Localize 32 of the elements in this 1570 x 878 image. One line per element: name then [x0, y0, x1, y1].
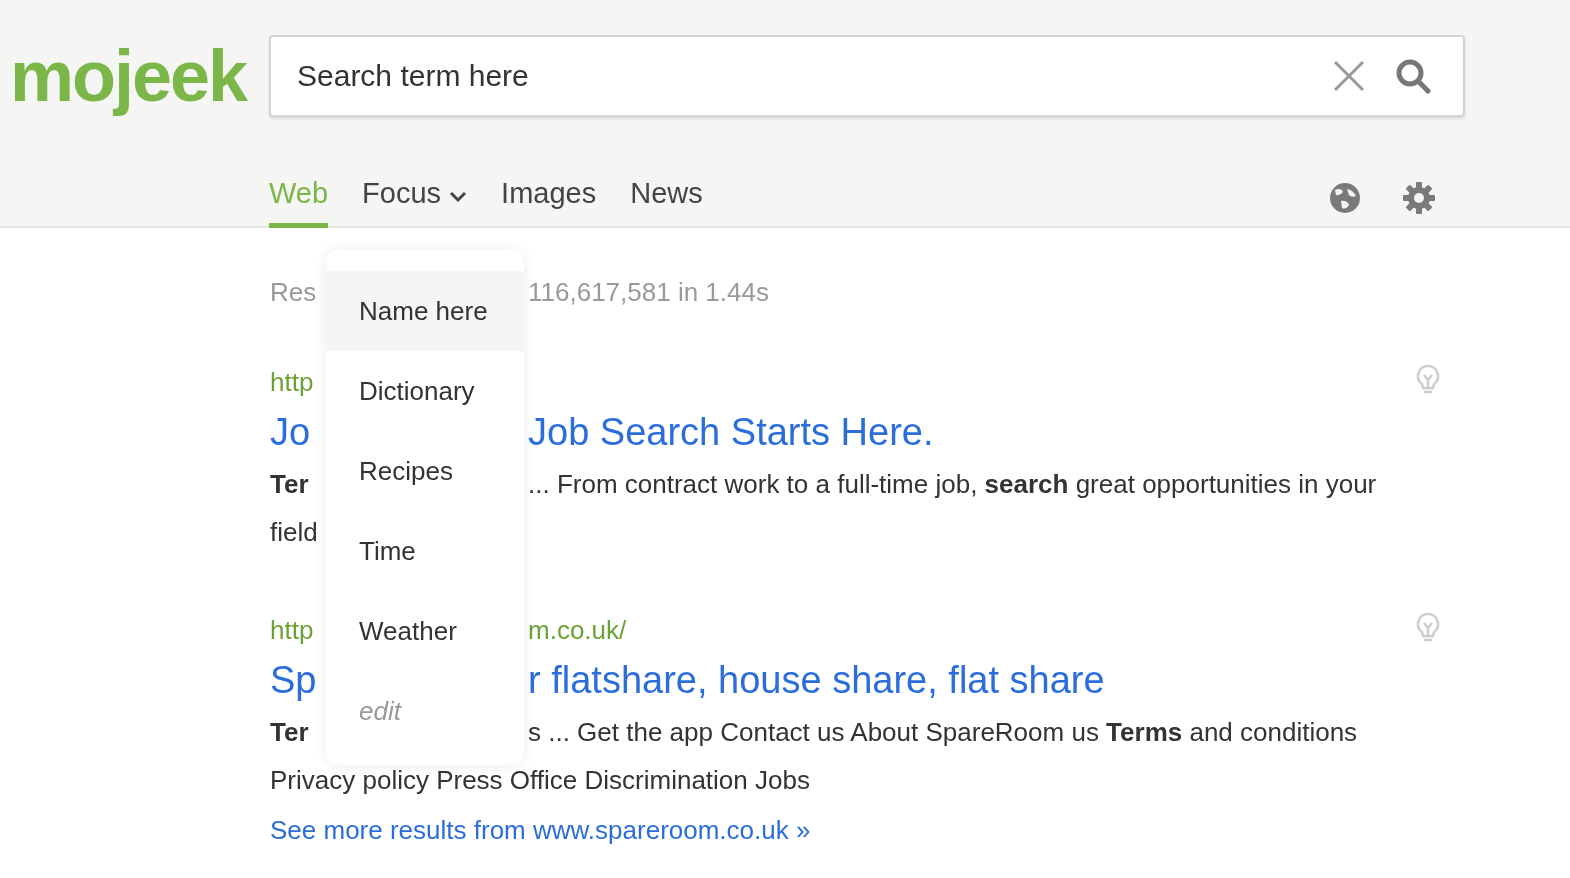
close-icon[interactable] — [1333, 60, 1365, 92]
search-icon[interactable] — [1395, 58, 1431, 94]
nav-tab[interactable]: Images — [501, 167, 597, 228]
results-count-text: Res — [270, 277, 317, 307]
nav-tab[interactable]: News — [630, 167, 703, 228]
menu-item[interactable]: Time — [326, 511, 524, 591]
results-count-text: 116,617,581 in 1.44s — [528, 277, 769, 307]
menu-item[interactable]: Weather — [326, 591, 524, 671]
result-title-link[interactable]: Job Search Starts Here. — [528, 404, 934, 460]
menu-item[interactable]: Dictionary — [326, 351, 524, 431]
search-field[interactable]: Search term here — [295, 58, 1303, 94]
nav-tab[interactable]: Focus — [362, 167, 468, 228]
result-url[interactable]: m.co.uk/ — [528, 608, 627, 652]
result-url[interactable]: http — [270, 608, 314, 652]
chevron-icon — [449, 190, 468, 203]
more-results-link[interactable]: See more results from www.spareroom.co.uk » — [270, 804, 811, 856]
result-snippet: Ter — [270, 468, 309, 501]
menu-item[interactable]: Recipes — [326, 431, 524, 511]
globe-icon[interactable] — [1328, 180, 1362, 215]
result-snippet: ... From contract work to a full-time job, search great opportunities in your — [528, 468, 1377, 501]
menu-item[interactable]: Name here — [326, 271, 524, 351]
result-title-link[interactable]: Jo — [270, 404, 311, 460]
settings-icon[interactable] — [1402, 180, 1436, 215]
menu-item[interactable]: edit — [326, 671, 524, 751]
result-snippet: Privacy policy Press Office Discrimination Jobs — [270, 764, 810, 797]
result-snippet: s ... Get the app Contact us About SpareRoom us Terms and conditions — [528, 716, 1358, 749]
result-snippet: field — [270, 516, 318, 549]
result-title-link[interactable]: r flatshare, house share, flat share — [528, 652, 1105, 708]
result-title-link[interactable]: Sp — [270, 652, 317, 708]
result-url[interactable]: http — [270, 360, 314, 404]
search-bar[interactable]: Search term here — [269, 35, 1465, 117]
result-snippet: Ter — [270, 716, 309, 749]
